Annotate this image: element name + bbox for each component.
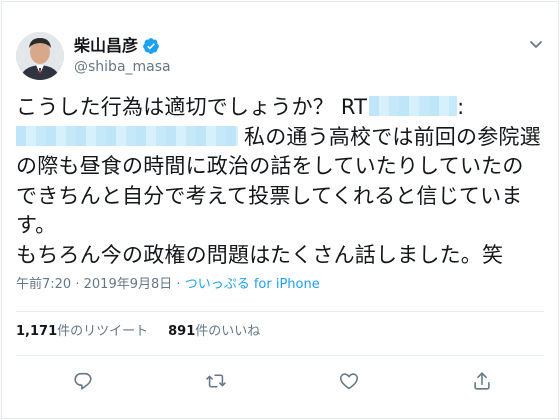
tweet-line-2: 私の通う高校では前回の参院選 bbox=[16, 123, 556, 153]
retweet-icon bbox=[206, 374, 226, 388]
avatar[interactable] bbox=[16, 32, 64, 80]
redacted-handle bbox=[369, 96, 458, 116]
meta-separator: · bbox=[75, 277, 80, 292]
like-button[interactable] bbox=[338, 370, 360, 392]
verified-badge-icon bbox=[143, 38, 159, 54]
tweet-date[interactable]: 2019年9月8日 bbox=[84, 277, 173, 292]
tweet-stats: 1,171件のリツイート 891件のいいね bbox=[16, 323, 260, 341]
tweet-line-4: できちんと自分で考えて投票してくれると信じていま bbox=[16, 183, 523, 208]
tweet-time[interactable]: 午前7:20 bbox=[16, 277, 71, 292]
retweet-button[interactable] bbox=[205, 370, 227, 392]
meta-separator-2: · bbox=[176, 277, 181, 292]
tweet-line-3: の際も昼食の時間に政治の話をしていたりしていたの bbox=[16, 154, 524, 178]
retweet-stat[interactable]: 1,171件のリツイート bbox=[16, 324, 148, 339]
heart-icon bbox=[339, 373, 359, 390]
tweet-line-6: もちろん今の政権の問題はたくさん話しました。笑 bbox=[16, 242, 504, 267]
tweet-line-1: こうした行為は適切でしょうか？ RT: bbox=[16, 95, 465, 119]
reply-button[interactable] bbox=[72, 370, 94, 392]
tweet-timestamp: 午前7:20 · 2019年9月8日 · ついっぷる for iPhone bbox=[16, 276, 320, 294]
divider bbox=[16, 355, 544, 356]
redacted-name bbox=[16, 125, 238, 146]
tweet-card: 柴山昌彦 @shiba_masa こうした行為は適切でしょうか？ RT: 私の通… bbox=[1, 1, 559, 419]
reply-icon bbox=[74, 372, 92, 390]
divider bbox=[16, 311, 544, 312]
user-handle[interactable]: @shiba_masa bbox=[74, 58, 171, 76]
chevron-down-icon[interactable] bbox=[528, 36, 544, 52]
tweet-text: こうした行為は適切でしょうか？ RT: 私の通う高校では前回の参院選 の際も昼食… bbox=[16, 93, 556, 270]
display-name[interactable]: 柴山昌彦 bbox=[74, 36, 138, 56]
like-stat[interactable]: 891件のいいね bbox=[168, 324, 260, 339]
share-icon bbox=[474, 372, 490, 390]
share-button[interactable] bbox=[471, 370, 493, 392]
tweet-line-5: す。 bbox=[16, 213, 57, 237]
tweet-source-link[interactable]: ついっぷる for iPhone bbox=[185, 277, 320, 292]
avatar-photo bbox=[16, 32, 64, 80]
